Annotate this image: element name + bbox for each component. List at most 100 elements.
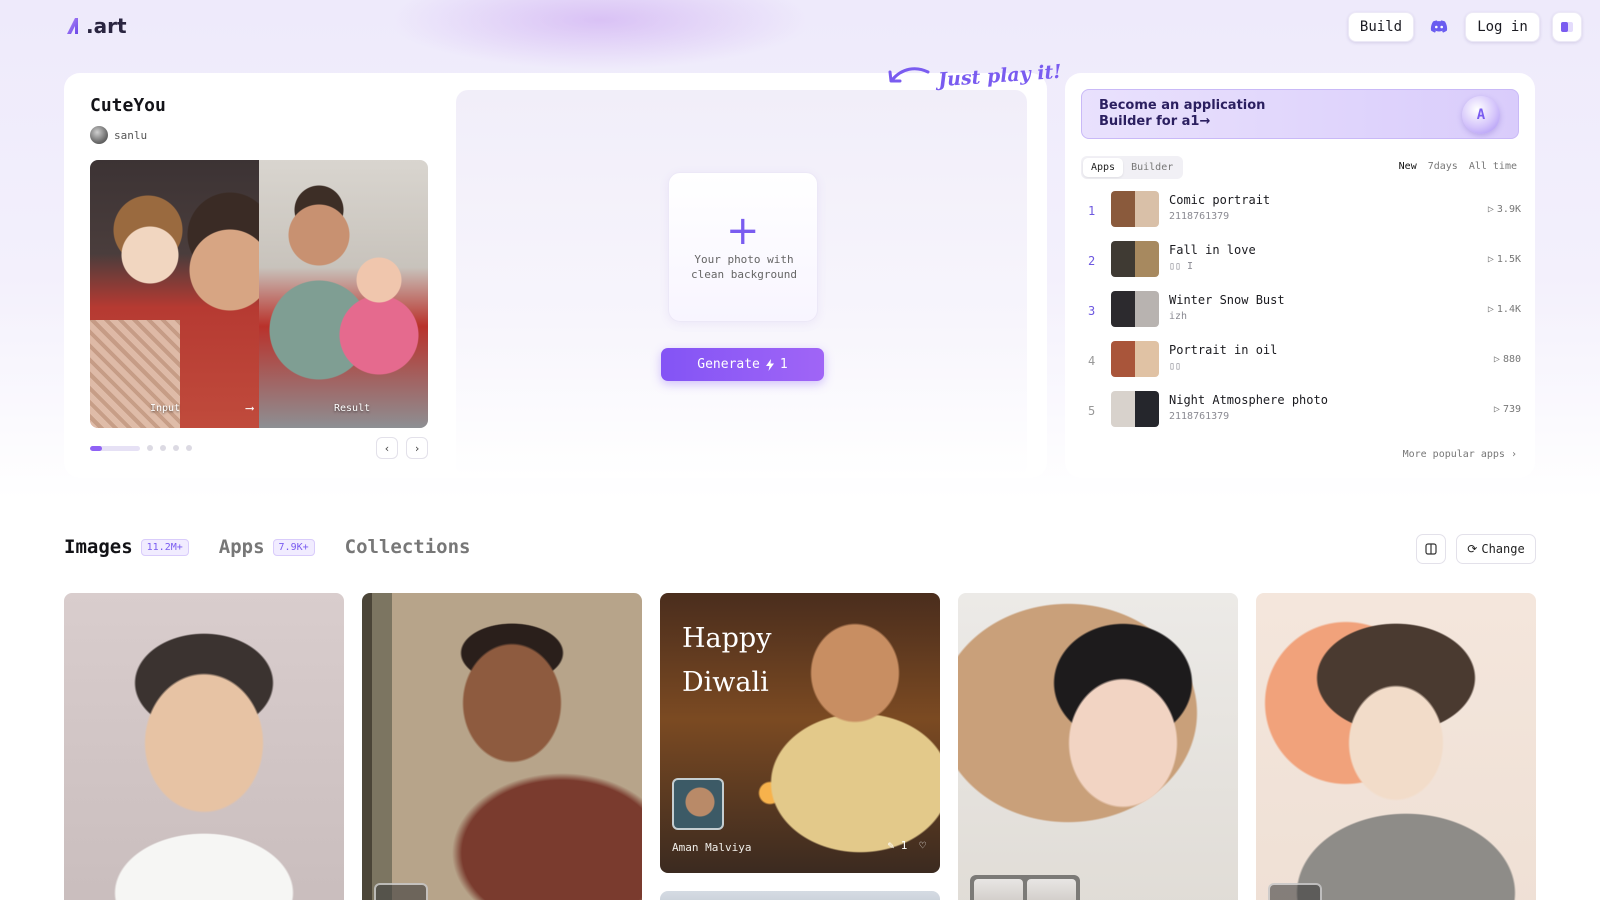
app-name: Comic portrait [1169, 193, 1271, 207]
build-button[interactable]: Build [1348, 12, 1414, 42]
sidebar-toggle-button[interactable] [1552, 12, 1582, 42]
result-image [259, 160, 428, 428]
play-icon: ▷ [1493, 354, 1500, 365]
become-builder-banner[interactable]: Become an application Builder for a1→ A [1081, 89, 1519, 139]
app-name: Winter Snow Bust [1169, 293, 1285, 307]
a1-coin-icon: A [1462, 96, 1500, 134]
logo-text: .art [86, 14, 127, 38]
gallery-card[interactable] [362, 593, 642, 900]
filter-all-time[interactable]: All time [1469, 161, 1517, 172]
generate-button[interactable]: Generate 1 [661, 348, 824, 381]
gallery-card[interactable]: Happy Diwali Aman Malviya ✎ 1 ♡ [660, 593, 940, 873]
app-name: Portrait in oil [1169, 343, 1278, 357]
gallery-card[interactable] [64, 593, 344, 900]
curved-arrow-icon [888, 67, 930, 83]
app-name: Night Atmosphere photo [1169, 393, 1328, 407]
app-title[interactable]: CuteYou [90, 95, 166, 116]
list-item[interactable]: 5 Night Atmosphere photo 2118761379 ▷ 739 [1081, 387, 1521, 437]
tab-images[interactable]: Images [64, 536, 133, 558]
generate-label: Generate [697, 357, 760, 372]
heart-icon[interactable]: ♡ [919, 839, 926, 852]
author-name: sanlu [114, 128, 148, 142]
remix-button[interactable]: ✎ 1 [888, 839, 908, 852]
app-author[interactable]: sanlu [90, 126, 147, 144]
apps-count-badge: 7.9K+ [272, 538, 315, 556]
card-actions: ✎ 1 ♡ [888, 839, 927, 852]
tab-apps[interactable]: Apps [1083, 158, 1124, 177]
ranking-tabs: Apps Builder [1081, 156, 1184, 179]
discord-icon [1430, 20, 1448, 33]
logo-icon [67, 18, 78, 34]
run-count-value: 1.5K [1496, 254, 1521, 265]
app-author: ▯▯ I [1169, 261, 1194, 272]
more-popular-apps-link[interactable]: More popular apps › [1403, 449, 1517, 460]
filter-new[interactable]: New [1399, 161, 1417, 172]
app-author: 2118761379 [1169, 411, 1230, 422]
list-item[interactable]: 1 Comic portrait 2118761379 ▷ 3.9K [1081, 187, 1521, 237]
play-icon: ▷ [1487, 254, 1494, 265]
rank-number: 3 [1088, 304, 1096, 318]
discord-button[interactable] [1424, 12, 1454, 42]
source-thumbnail [672, 778, 724, 830]
app-author: 2118761379 [1169, 211, 1230, 222]
rank-number: 1 [1088, 204, 1096, 218]
source-thumbnail [1268, 883, 1322, 900]
login-button[interactable]: Log in [1465, 12, 1540, 42]
chevron-right-icon: › [1510, 449, 1517, 460]
tab-apps[interactable]: Apps [219, 536, 265, 558]
tab-builder[interactable]: Builder [1123, 158, 1181, 177]
carousel-dot-active[interactable] [90, 445, 140, 451]
banner-text: Become an application Builder for a1→ [1099, 98, 1266, 129]
rank-number: 4 [1088, 354, 1096, 368]
layout-toggle-button[interactable] [1416, 534, 1446, 564]
input-label: Input [150, 403, 181, 414]
carousel-prev-button[interactable]: ‹ [376, 437, 398, 459]
avatar [90, 126, 108, 144]
photo-upload-dropzone[interactable]: + Your photo with clean background [668, 172, 818, 322]
carousel-next-button[interactable]: › [406, 437, 428, 459]
popular-apps-card: Become an application Builder for a1→ A … [1065, 73, 1535, 478]
run-count: ▷ 880 [1494, 354, 1521, 365]
list-item[interactable]: 3 Winter Snow Bust izh ▷ 1.4K [1081, 287, 1521, 337]
logo[interactable]: .art [64, 14, 127, 38]
app-author: izh [1169, 311, 1188, 322]
rank-number: 5 [1088, 404, 1096, 418]
filter-7days[interactable]: 7days [1428, 161, 1458, 172]
input-image [90, 160, 259, 428]
source-thumbnail [374, 883, 428, 900]
chevron-right-icon: › [413, 441, 421, 455]
run-count: ▷ 3.9K [1488, 204, 1521, 215]
gallery-card[interactable] [958, 593, 1238, 900]
carousel-dot[interactable] [147, 445, 153, 451]
columns-icon [1425, 543, 1437, 555]
run-count-value: 1.4K [1496, 304, 1521, 315]
app-thumbnail [1111, 341, 1159, 377]
card-username[interactable]: Aman Malviya [672, 841, 751, 854]
tab-collections[interactable]: Collections [345, 536, 471, 558]
list-item[interactable]: 2 Fall in love ▯▯ I ▷ 1.5K [1081, 237, 1521, 287]
run-count: ▷ 1.4K [1488, 304, 1521, 315]
app-thumbnail [1111, 391, 1159, 427]
source-thumbnails [970, 875, 1080, 900]
play-area: + Your photo with clean background Gener… [456, 90, 1027, 478]
run-count-value: 3.9K [1496, 204, 1521, 215]
play-icon: ▷ [1493, 404, 1500, 415]
content-tabs: Images 11.2M+ Apps 7.9K+ Collections [64, 536, 478, 558]
generate-cost: 1 [779, 357, 788, 372]
change-button[interactable]: ⟳ Change [1456, 534, 1536, 564]
time-filters: New 7days All time [1399, 161, 1517, 172]
just-play-callout: Just play it! [886, 61, 1062, 91]
panel-icon [1561, 22, 1573, 32]
gallery-card[interactable] [660, 891, 940, 900]
just-play-text: Just play it! [937, 60, 1063, 92]
carousel-dot[interactable] [160, 445, 166, 451]
run-count-value: 880 [1502, 354, 1521, 365]
list-item[interactable]: 4 Portrait in oil ▯▯ ▷ 880 [1081, 337, 1521, 387]
refresh-icon: ⟳ [1467, 542, 1478, 556]
remix-count: 1 [900, 839, 908, 852]
app-name: Fall in love [1169, 243, 1256, 257]
carousel-dot[interactable] [173, 445, 179, 451]
carousel-dot[interactable] [186, 445, 192, 451]
gallery-card[interactable] [1256, 593, 1536, 900]
image-gallery: Happy Diwali Aman Malviya ✎ 1 ♡ [64, 593, 1536, 900]
